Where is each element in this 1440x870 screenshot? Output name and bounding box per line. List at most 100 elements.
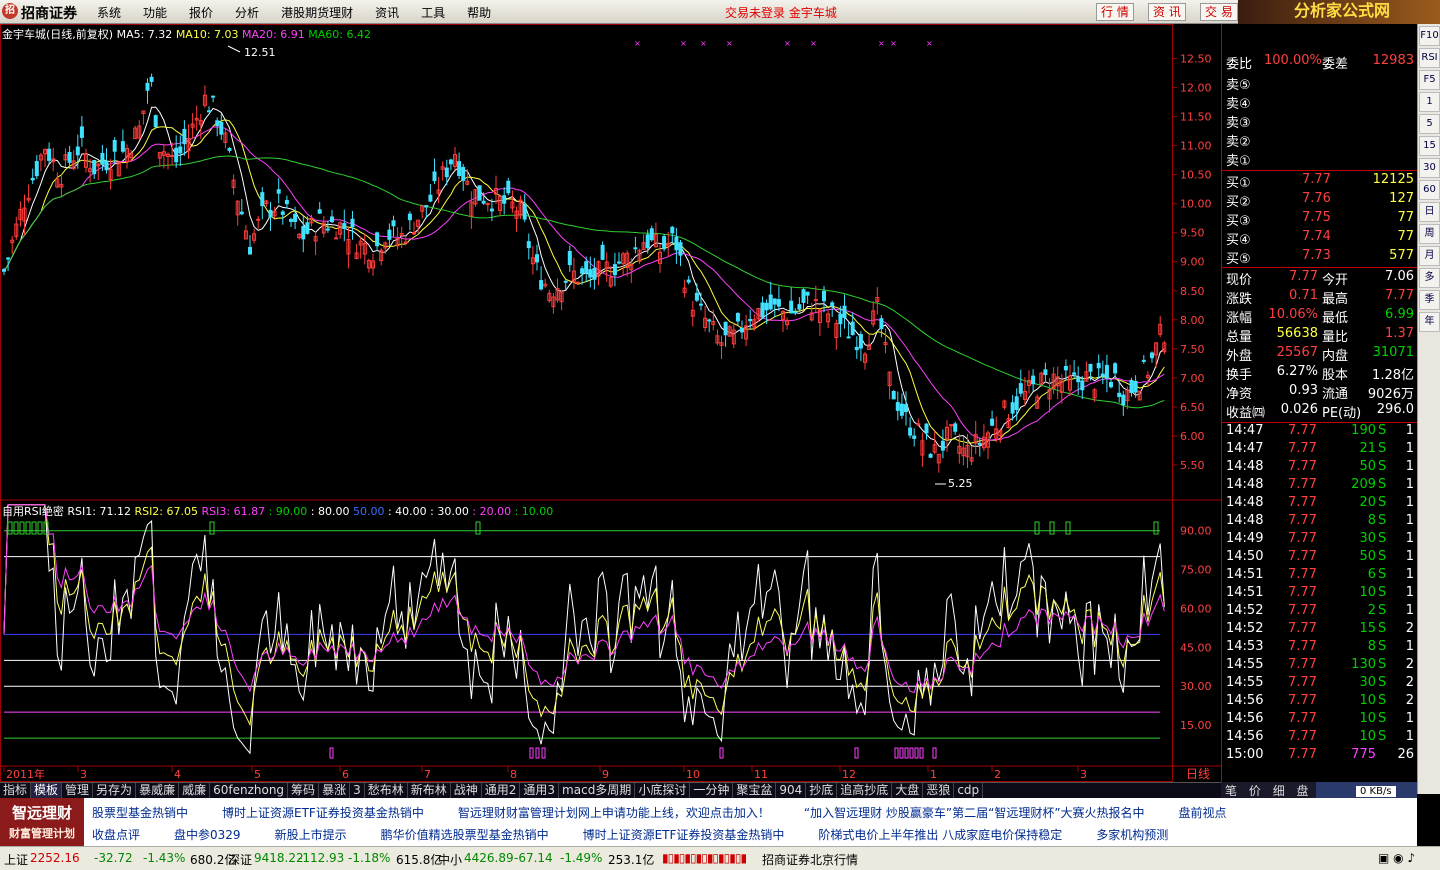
indicator-tab[interactable]: 904 [776,783,807,798]
news-link[interactable]: 博时上证资源ETF证券投资基金热销中 [222,806,424,820]
toolbar-button[interactable]: 季 [1419,290,1440,310]
candle-body [912,435,917,439]
menu-tools[interactable]: 工具 [421,4,445,21]
tick-price: 7.77 [1288,441,1317,456]
panel-divider [1222,170,1418,171]
candle-body [723,321,728,336]
price-tick-label: 7.00 [1180,372,1205,385]
indicator-tab[interactable]: 通用3 [520,783,560,798]
indicator-tab[interactable]: 大盘 [892,783,924,798]
news-link[interactable]: 鹏华价值精选股票型基金热销中 [381,828,549,842]
stat-row: 换手 6.27% 股本 1.28亿 [1222,363,1418,383]
news-link[interactable]: 股票型基金热销中 [92,806,188,820]
sell-row: 卖⑤ [1222,73,1418,93]
candle-body [330,216,334,223]
indicator-tab[interactable]: 抄底 [806,783,838,798]
indicator-tab[interactable]: 恶狼 [923,783,955,798]
toolbar-button[interactable]: 周 [1419,224,1440,244]
info-button[interactable]: 资 讯 [1148,3,1186,21]
tab-detail[interactable]: 细 [1269,784,1289,798]
tray-icon[interactable]: ▣ ◉ ♪ [1378,851,1415,865]
indicator-tab[interactable]: 暴威廉 [136,783,180,798]
tick-count: 1 [1405,711,1414,726]
tick-volume: 15 [1359,621,1376,636]
buy-row[interactable]: 买② 7.76 127 [1222,190,1418,210]
indicator-tab[interactable]: 3 [350,783,365,798]
indicator-tab[interactable]: 管理 [62,783,94,798]
toolbar-button[interactable]: 月 [1419,246,1440,266]
menu-analysis[interactable]: 分析 [235,4,259,21]
tick-side: S [1378,531,1387,546]
toolbar-button[interactable]: F10 [1419,26,1440,46]
toolbar-button[interactable]: 年 [1419,312,1440,332]
app-logo-icon: 招 [2,3,18,19]
kline-chart[interactable]: 12.50 12.00 11.50 11.00 10.50 10.00 9.50 9.00 8.… [0,24,1221,782]
indicator-tab[interactable]: 一分钟 [690,783,734,798]
event-marker-icon: × [890,39,897,48]
server-name[interactable]: 招商证券北京行情 [762,851,858,868]
menu-quote[interactable]: 报价 [189,4,213,21]
indicator-tab[interactable]: 通用2 [482,783,521,798]
toolbar-button[interactable]: 15 [1419,136,1440,156]
news-link[interactable]: 盘中参0329 [174,828,241,842]
candle-body [79,126,84,138]
indicator-tab[interactable]: cdp [954,783,984,798]
buy-signal-marker [1153,521,1159,535]
sz-amount: 615.8亿 [396,853,443,867]
toolbar-button[interactable]: 多 [1419,268,1440,288]
indicator-tab[interactable]: 另存为 [93,783,137,798]
menu-function[interactable]: 功能 [143,4,167,21]
tick-volume: 775 [1351,747,1376,762]
news-link[interactable]: 收盘点评 [92,828,140,842]
candle-body [1010,402,1015,414]
indicator-tab[interactable]: 暴涨 [319,783,351,798]
main-menu: 系统 功能 报价 分析 港股期货理财 资讯 工具 帮助 [97,4,513,21]
news-link[interactable]: 盘前视点 [1179,806,1227,820]
buy-row[interactable]: 买① 7.77 12125 [1222,171,1418,191]
candle-body [830,302,835,307]
indicator-tab[interactable]: 指标 [0,783,32,798]
news-link[interactable]: 博时上证资源ETF证券投资基金热销中 [583,828,785,842]
indicator-tab[interactable]: 追高抄底 [837,783,893,798]
menu-news[interactable]: 资讯 [375,4,399,21]
menu-hk-futures[interactable]: 港股期货理财 [281,4,353,21]
indicator-tab[interactable]: 新布林 [408,783,451,798]
buy-row[interactable]: 买③ 7.75 77 [1222,209,1418,229]
news-link[interactable]: 阶梯式电价上半年推出 八成家庭电价保持稳定 [818,828,1062,842]
candle-body [100,152,105,165]
trade-button[interactable]: 交 易 [1200,3,1238,21]
indicator-tab[interactable]: 筹码 [288,783,320,798]
news-link[interactable]: 新股上市提示 [275,828,347,842]
news-link[interactable]: 智远理财财富管理计划网上申请功能上线，欢迎点击加入！ [458,806,770,820]
candle-body [280,211,285,215]
indicator-tab[interactable]: macd多周期 [559,783,636,798]
toolbar-button[interactable]: RSI [1419,48,1440,68]
tab-book[interactable]: 盘 [1293,784,1313,798]
quote-button[interactable]: 行 情 [1096,3,1134,21]
toolbar-button[interactable]: F5 [1419,70,1440,90]
toolbar-button[interactable]: 日 [1419,202,1440,222]
tick-time: 14:48 [1226,513,1264,528]
indicator-tab[interactable]: 威廉 [179,783,211,798]
chart-area[interactable]: 12.50 12.00 11.50 11.00 10.50 10.00 9.50 9.00 8.… [0,24,1221,782]
news-link[interactable]: 多家机构预测 [1096,828,1168,842]
indicator-tab[interactable]: 模板 [31,783,63,798]
buy-row[interactable]: 买⑤ 7.73 577 [1222,247,1418,267]
tab-price[interactable]: 价 [1245,784,1265,798]
news-link[interactable]: “加入智远理财 炒股赢豪车”第二届“智远理财杯”大赛火热报名中 [804,806,1145,820]
toolbar-button[interactable]: 60 [1419,180,1440,200]
news-logo[interactable]: 智远理财 财富管理计划 [0,798,84,846]
toolbar-button[interactable]: 1 [1419,92,1440,112]
indicator-tab[interactable]: 愁布林 [365,783,408,798]
ad-banner[interactable]: 分析家公式网 [1238,0,1440,24]
menu-system[interactable]: 系统 [97,4,121,21]
toolbar-button[interactable]: 5 [1419,114,1440,134]
toolbar-button[interactable]: 30 [1419,158,1440,178]
indicator-tab[interactable]: 聚宝盆 [733,783,777,798]
menu-help[interactable]: 帮助 [467,4,491,21]
tab-ticks[interactable]: 笔 [1221,784,1241,798]
indicator-tab[interactable]: 战神 [451,783,482,798]
indicator-tab[interactable]: 小底探讨 [635,783,691,798]
buy-row[interactable]: 买④ 7.74 77 [1222,228,1418,248]
indicator-tab[interactable]: 60fenzhong [210,783,289,798]
